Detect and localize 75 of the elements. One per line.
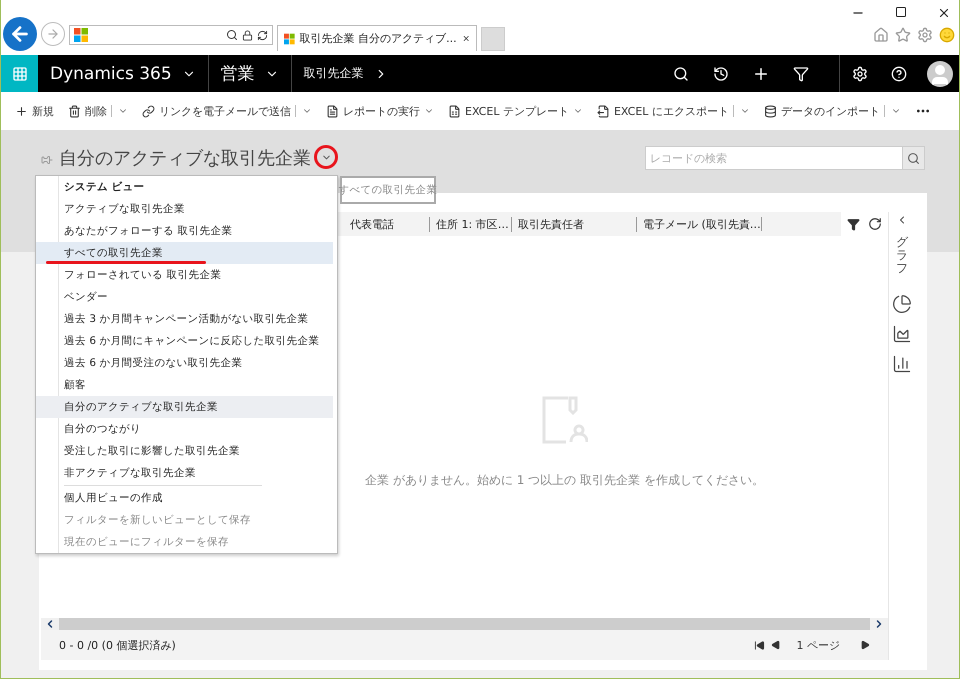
database-icon bbox=[764, 104, 777, 118]
browser-tab[interactable]: 取引先企業 自分のアクティブ... bbox=[277, 25, 477, 51]
menu-action[interactable]: 個人用ビューの作成 bbox=[36, 487, 333, 509]
command-button[interactable]: レポートの実行 bbox=[326, 104, 434, 118]
search-field[interactable]: レコードの検索 bbox=[645, 146, 902, 170]
filter-icon[interactable] bbox=[847, 218, 860, 230]
maximize-icon[interactable] bbox=[895, 6, 907, 18]
menu-item[interactable]: 自分のつながり bbox=[36, 418, 333, 440]
next-page-icon[interactable] bbox=[860, 640, 870, 650]
first-page-icon[interactable] bbox=[754, 640, 764, 650]
search-icon[interactable] bbox=[226, 29, 238, 41]
column-header[interactable]: 取引先責任者 bbox=[511, 216, 636, 232]
windows-logo-icon bbox=[74, 28, 88, 42]
close-icon[interactable] bbox=[937, 6, 951, 20]
menu-item[interactable]: 非アクティブな取引先企業 bbox=[36, 462, 333, 484]
menu-item[interactable]: 顧客 bbox=[36, 374, 333, 396]
history-icon bbox=[713, 66, 729, 82]
bar-chart-icon[interactable] bbox=[892, 354, 912, 374]
previous-page-icon[interactable] bbox=[770, 640, 780, 650]
menu-item[interactable]: 受注した取引に影響した取引先企業 bbox=[36, 440, 333, 462]
lock-icon bbox=[242, 30, 253, 40]
empty-message: 企業 がありません。始めに 1 つ以上の 取引先企業 を作成してください。 bbox=[365, 472, 764, 488]
command-button[interactable]: 削除 bbox=[68, 104, 128, 118]
command-button[interactable]: EXCEL にエクスポート bbox=[596, 104, 750, 118]
menu-item[interactable]: あなたがフォローする 取引先企業 bbox=[36, 220, 333, 242]
avatar[interactable] bbox=[927, 60, 953, 86]
help-icon bbox=[891, 66, 907, 82]
refresh-icon[interactable] bbox=[868, 217, 882, 231]
column-header[interactable]: 代表電話 bbox=[344, 216, 429, 232]
menu-item[interactable]: フォローされている 取引先企業 bbox=[36, 264, 333, 286]
settings-icon[interactable] bbox=[917, 27, 933, 43]
menu-item[interactable]: 自分のアクティブな取引先企業 bbox=[36, 396, 333, 418]
search-button[interactable] bbox=[902, 146, 925, 170]
command-button[interactable]: データのインポート bbox=[764, 104, 901, 118]
tab-title: 取引先企業 自分のアクティブ... bbox=[300, 31, 457, 46]
document-icon bbox=[326, 104, 339, 118]
windows-logo-icon bbox=[284, 32, 295, 46]
search-icon bbox=[907, 152, 920, 164]
link-icon bbox=[142, 104, 155, 118]
filter-icon bbox=[793, 66, 809, 82]
menu-item[interactable]: すべての取引先企業 bbox=[36, 242, 333, 264]
trash-icon bbox=[68, 104, 81, 118]
menu-item[interactable]: 過去 6 か月間にキャンペーンに反応した取引先企業 bbox=[36, 330, 333, 352]
view-selector-button[interactable] bbox=[314, 145, 338, 169]
area-chart-icon[interactable] bbox=[892, 324, 912, 344]
close-icon[interactable] bbox=[462, 33, 470, 44]
menu-heading: システム ビュー bbox=[63, 180, 146, 195]
empty-contacts-icon bbox=[542, 396, 588, 444]
settings-icon bbox=[852, 66, 868, 82]
address-bar[interactable] bbox=[69, 25, 273, 45]
menu-item[interactable]: 過去 6 か月間受注のない取引先企業 bbox=[36, 352, 333, 374]
menu-item[interactable]: アクティブな取引先企業 bbox=[36, 198, 333, 220]
back-button[interactable] bbox=[3, 17, 37, 51]
page-number: 1 ページ bbox=[796, 638, 840, 652]
record-count: 0 - 0 /0 (0 個選択済み) bbox=[59, 638, 176, 652]
horizontal-scrollbar[interactable] bbox=[41, 618, 888, 630]
star-icon[interactable] bbox=[895, 27, 911, 43]
command-button[interactable]: リンクを電子メールで送信 bbox=[142, 104, 312, 118]
entity-breadcrumb[interactable]: 取引先企業 bbox=[292, 55, 400, 92]
spreadsheet-icon bbox=[448, 104, 461, 118]
command-button[interactable]: 新規 bbox=[15, 104, 54, 118]
grid-icon bbox=[12, 66, 28, 82]
refresh-icon[interactable] bbox=[257, 30, 268, 40]
view-title: 自分のアクティブな取引先企業 bbox=[59, 147, 311, 170]
menu-item[interactable]: 過去 3 か月間キャンペーン活動がない取引先企業 bbox=[36, 308, 333, 330]
command-button[interactable]: EXCEL テンプレート bbox=[448, 104, 583, 118]
chart-pane-label[interactable]: グラフ bbox=[896, 236, 908, 276]
pie-chart-icon[interactable] bbox=[892, 294, 912, 314]
menu-item[interactable]: ベンダー bbox=[36, 286, 333, 308]
arrow-right-icon bbox=[46, 27, 60, 41]
column-header[interactable]: 住所 1: 市区… bbox=[429, 216, 511, 232]
export-icon bbox=[596, 104, 610, 118]
plus-icon bbox=[15, 104, 28, 118]
search-icon bbox=[673, 66, 689, 82]
home-icon[interactable] bbox=[873, 27, 889, 43]
